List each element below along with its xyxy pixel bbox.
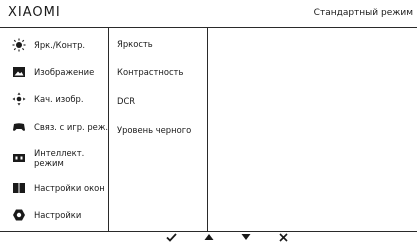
- mode-label: Стандартный режим: [313, 8, 413, 18]
- submenu: Яркость Контрастность DCR Уровень черног…: [109, 28, 208, 231]
- window-settings-icon: [12, 181, 26, 195]
- arrow-up-icon[interactable]: [203, 232, 215, 242]
- monitor-osd: XIAOMI Стандартный режим Ярк./Контр. Изо…: [0, 0, 417, 242]
- image-icon: [12, 65, 26, 79]
- menu-item-label: Настройки: [34, 210, 82, 220]
- osd-header: XIAOMI Стандартный режим: [0, 0, 417, 28]
- menu-item-smart-mode[interactable]: Интеллект. режим: [0, 143, 108, 173]
- submenu-item-brightness[interactable]: Яркость: [117, 39, 153, 49]
- brand-logo: XIAOMI: [8, 5, 61, 20]
- value-panel: [208, 28, 417, 231]
- osd-panes: Ярк./Контр. Изображение Кач. изобр. Связ…: [0, 28, 417, 231]
- gamepad-icon: [12, 120, 26, 134]
- submenu-item-black-level[interactable]: Уровень черного: [117, 125, 191, 135]
- osd-footer: [0, 231, 417, 242]
- close-icon[interactable]: [277, 232, 289, 242]
- menu-item-window-settings[interactable]: Настройки окон: [0, 175, 108, 201]
- checkmark-icon[interactable]: [165, 232, 177, 242]
- menu-item-image[interactable]: Изображение: [0, 59, 108, 85]
- submenu-item-dcr[interactable]: DCR: [117, 96, 135, 106]
- menu-item-picture-quality[interactable]: Кач. изобр.: [0, 86, 108, 112]
- picture-quality-icon: [12, 92, 26, 106]
- menu-item-game-mode-link[interactable]: Связ. с игр. реж.: [0, 114, 108, 140]
- smart-mode-icon: [12, 151, 26, 165]
- menu-item-brightness-contrast[interactable]: Ярк./Контр.: [0, 32, 108, 58]
- menu-item-settings[interactable]: Настройки: [0, 202, 108, 228]
- main-menu: Ярк./Контр. Изображение Кач. изобр. Связ…: [0, 28, 109, 231]
- menu-item-label: Настройки окон: [34, 183, 105, 193]
- settings-icon: [12, 208, 26, 222]
- menu-item-label: Изображение: [34, 67, 95, 77]
- arrow-down-icon[interactable]: [240, 232, 252, 242]
- menu-item-label: Кач. изобр.: [34, 94, 84, 104]
- menu-item-label: Ярк./Контр.: [34, 40, 86, 50]
- submenu-item-contrast[interactable]: Контрастность: [117, 67, 183, 77]
- sun-icon: [12, 38, 26, 52]
- menu-item-label: Связ. с игр. реж.: [34, 122, 109, 132]
- menu-item-label: Интеллект. режим: [34, 148, 85, 168]
